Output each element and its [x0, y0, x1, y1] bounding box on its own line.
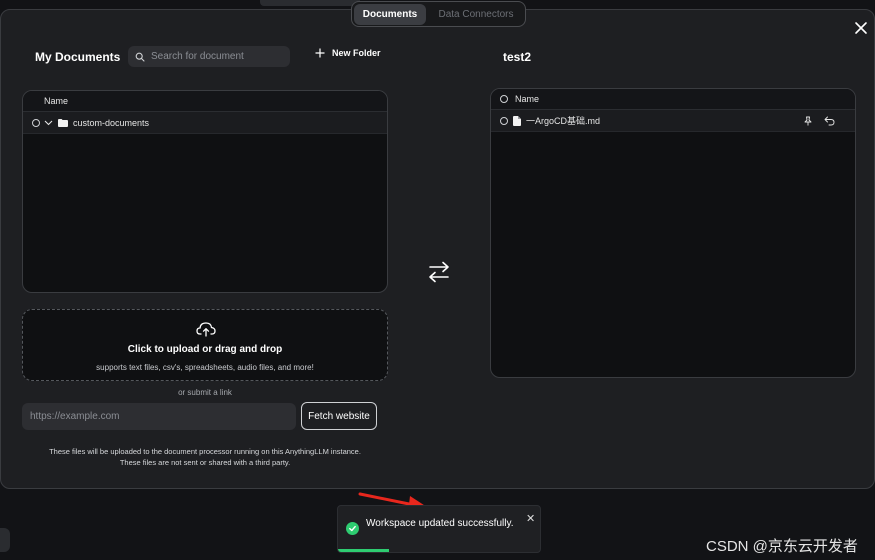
tab-data-connectors[interactable]: Data Connectors: [430, 4, 522, 25]
upload-dropzone[interactable]: Click to upload or drag and drop support…: [22, 309, 388, 381]
file-row[interactable]: 一ArgoCD基础.md: [491, 110, 855, 132]
plus-icon: [315, 48, 325, 58]
background-element: [260, 0, 360, 6]
tab-switcher: Documents Data Connectors: [351, 1, 526, 27]
workspace-title: test2: [503, 50, 532, 64]
upload-sub-text: supports text files, csv's, spreadsheets…: [96, 363, 314, 372]
cloud-upload-icon: [196, 322, 216, 337]
upload-note-line-1: These files will be uploaded to the docu…: [49, 447, 361, 456]
table-header: Name: [23, 91, 387, 112]
folder-row[interactable]: custom-documents: [23, 112, 387, 134]
row-checkbox[interactable]: [500, 116, 508, 125]
folder-icon: [58, 118, 68, 127]
my-documents-panel: Name custom-documents: [22, 90, 388, 293]
toast-progress-bar: [338, 549, 389, 552]
search-icon: [135, 52, 145, 62]
chevron-down-icon[interactable]: [44, 120, 53, 126]
tab-documents[interactable]: Documents: [354, 3, 426, 25]
upload-main-text: Click to upload or drag and drop: [127, 344, 283, 355]
undo-icon[interactable]: [824, 116, 835, 126]
watermark-text: CSDN @京东云开发者: [706, 538, 858, 555]
url-input[interactable]: [22, 403, 296, 430]
fetch-website-button[interactable]: Fetch website: [301, 402, 377, 430]
column-header-name: Name: [44, 96, 69, 106]
file-name: 一ArgoCD基础.md: [526, 116, 601, 126]
my-documents-title: My Documents: [35, 50, 121, 64]
upload-note-line-2: These files are not sent or shared with …: [119, 458, 291, 467]
file-icon: [513, 115, 521, 126]
success-check-icon: [346, 522, 359, 535]
toast-message: Workspace updated successfully.: [366, 518, 514, 529]
toast-notification: Workspace updated successfully. ✕: [337, 505, 541, 553]
table-header: Name: [491, 89, 855, 110]
new-folder-button[interactable]: New Folder: [315, 48, 381, 58]
or-submit-link-text: or submit a link: [178, 388, 232, 397]
pin-icon[interactable]: [803, 116, 813, 126]
search-input[interactable]: [151, 51, 281, 62]
folder-name: custom-documents: [73, 117, 150, 128]
close-icon[interactable]: [852, 19, 870, 37]
sidebar-handle[interactable]: [0, 528, 10, 552]
search-box: [128, 46, 290, 67]
toast-close-icon[interactable]: ✕: [526, 512, 535, 525]
new-folder-label: New Folder: [332, 48, 381, 58]
transfer-arrows-icon[interactable]: [427, 261, 451, 283]
workspace-documents-panel: Name 一ArgoCD基础.md: [490, 88, 856, 378]
column-header-name: Name: [515, 94, 540, 104]
select-all-checkbox[interactable]: [500, 95, 508, 103]
row-checkbox[interactable]: [32, 118, 40, 127]
